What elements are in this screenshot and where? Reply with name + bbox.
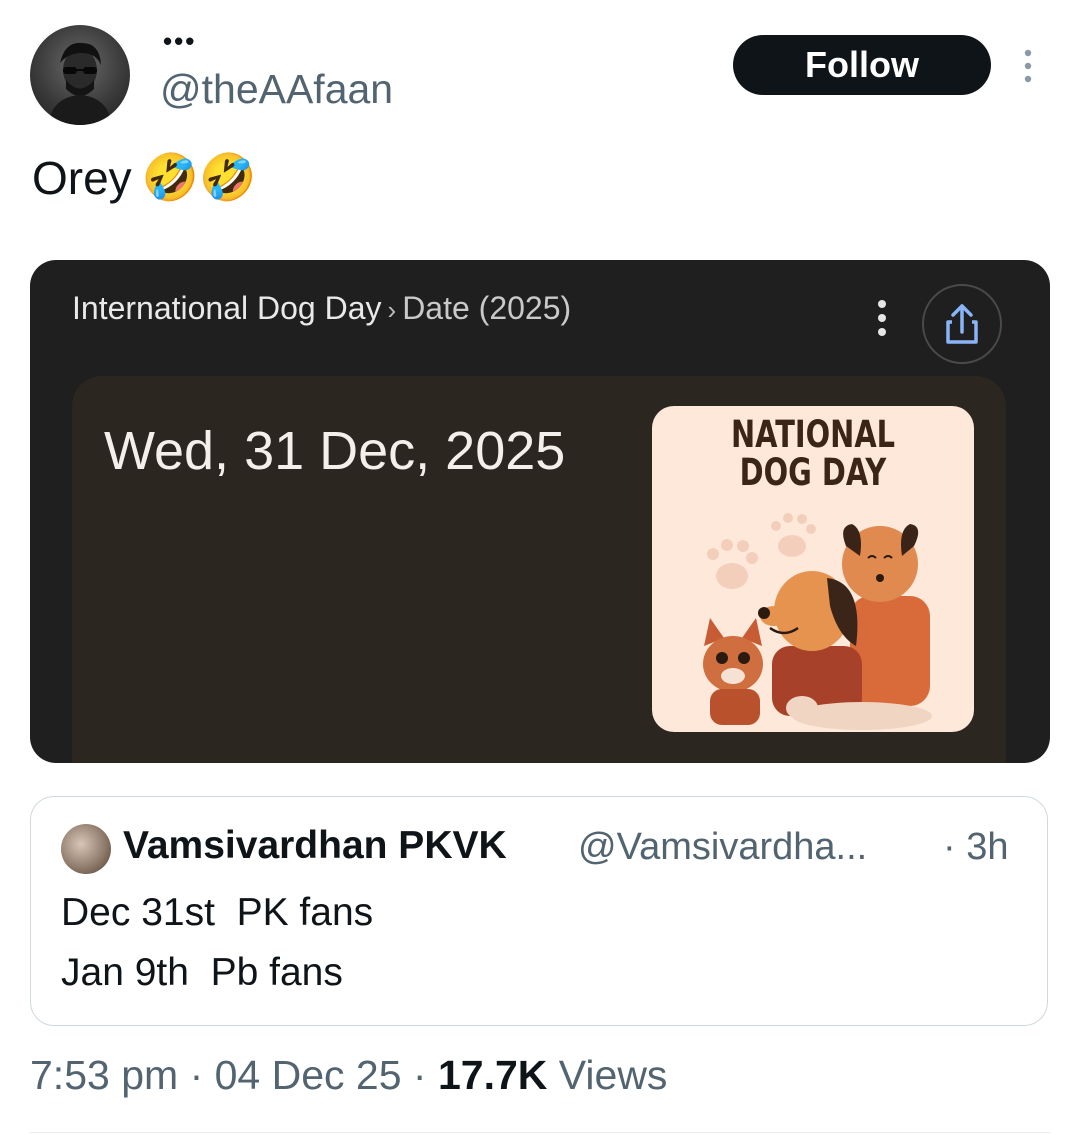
- dog-day-illustration: NATIONAL DOG DAY: [652, 406, 974, 732]
- avatar-image: [48, 42, 112, 125]
- tweet-text: Orey 🤣🤣: [32, 150, 256, 205]
- views-count: 17.7K: [437, 1052, 548, 1098]
- divider: [30, 1132, 1050, 1133]
- more-options-icon[interactable]: [1018, 48, 1038, 84]
- quoted-text-line: Jan 9th Pb fans: [61, 951, 343, 994]
- media-image[interactable]: International Dog Day › Date (2025) Wed, 3…: [30, 260, 1050, 763]
- tweet-meta: 7:53 pm · 04 Dec 25 · 17.7K Views: [30, 1052, 668, 1098]
- quoted-avatar: [61, 824, 111, 874]
- quoted-text-line: Dec 31st PK fans: [61, 891, 374, 934]
- breadcrumb: International Dog Day › Date (2025): [72, 290, 571, 327]
- dogs-icon: [703, 513, 932, 730]
- quoted-author-handle: @Vamsivardha...: [578, 826, 868, 868]
- breadcrumb-sub: Date (2025): [402, 290, 572, 326]
- more-vert-icon: [878, 300, 886, 336]
- user-handle[interactable]: @theAAfaan: [160, 66, 393, 113]
- share-icon: [922, 284, 1002, 364]
- views-label: Views: [558, 1052, 668, 1098]
- tweet-body: Orey: [32, 151, 132, 204]
- quoted-timestamp: · 3h: [943, 826, 1009, 868]
- display-name[interactable]: •••: [163, 26, 196, 57]
- quoted-tweet[interactable]: Vamsivardhan PKVK @Vamsivardha... · 3h D…: [30, 796, 1048, 1026]
- date-panel: Wed, 31 Dec, 2025 NATIONAL DOG DAY: [72, 376, 1006, 763]
- breadcrumb-separator: ›: [387, 295, 397, 325]
- date-value: Wed, 31 Dec, 2025: [104, 421, 566, 481]
- laughing-emoji-icon: 🤣🤣: [141, 150, 257, 204]
- avatar[interactable]: [30, 25, 130, 125]
- follow-button[interactable]: Follow: [733, 35, 991, 95]
- quoted-author-name: Vamsivardhan PKVK: [123, 824, 507, 867]
- tweet-time[interactable]: 7:53 pm: [30, 1052, 178, 1098]
- breadcrumb-main: International Dog Day: [72, 290, 382, 326]
- tweet-date[interactable]: 04 Dec 25: [215, 1052, 402, 1098]
